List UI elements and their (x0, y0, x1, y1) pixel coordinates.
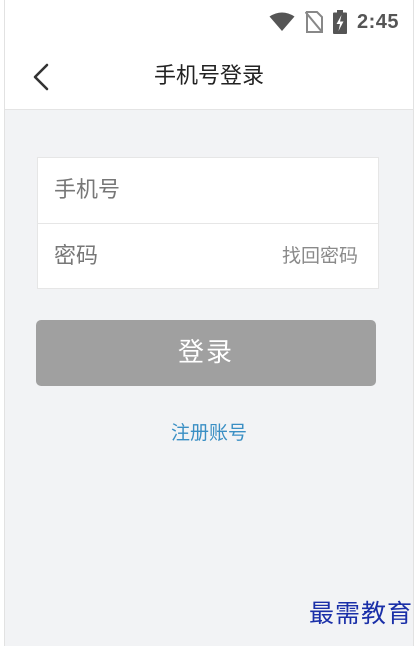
status-time: 2:45 (356, 10, 399, 33)
status-icons: 2:45 (269, 10, 399, 34)
password-row: 找回密码 (38, 223, 378, 289)
battery-charging-icon (332, 10, 347, 34)
login-button[interactable]: 登录 (36, 320, 376, 386)
forgot-password-link[interactable]: 找回密码 (282, 224, 358, 289)
phone-row (38, 158, 378, 223)
password-input[interactable] (54, 224, 254, 289)
register-link[interactable]: 注册账号 (5, 418, 413, 445)
wifi-icon (269, 12, 295, 32)
no-sim-icon (304, 11, 323, 33)
status-bar: 2:45 (5, 0, 413, 44)
navigation-bar: 手机号登录 (5, 44, 413, 110)
page-title: 手机号登录 (153, 64, 264, 89)
login-screen: 2:45 手机号登录 找回密码 登录 注册账号 最需教育 (4, 0, 414, 646)
watermark-text: 最需教育 (308, 599, 413, 628)
phone-input[interactable] (54, 158, 254, 223)
login-form: 找回密码 (37, 157, 379, 289)
